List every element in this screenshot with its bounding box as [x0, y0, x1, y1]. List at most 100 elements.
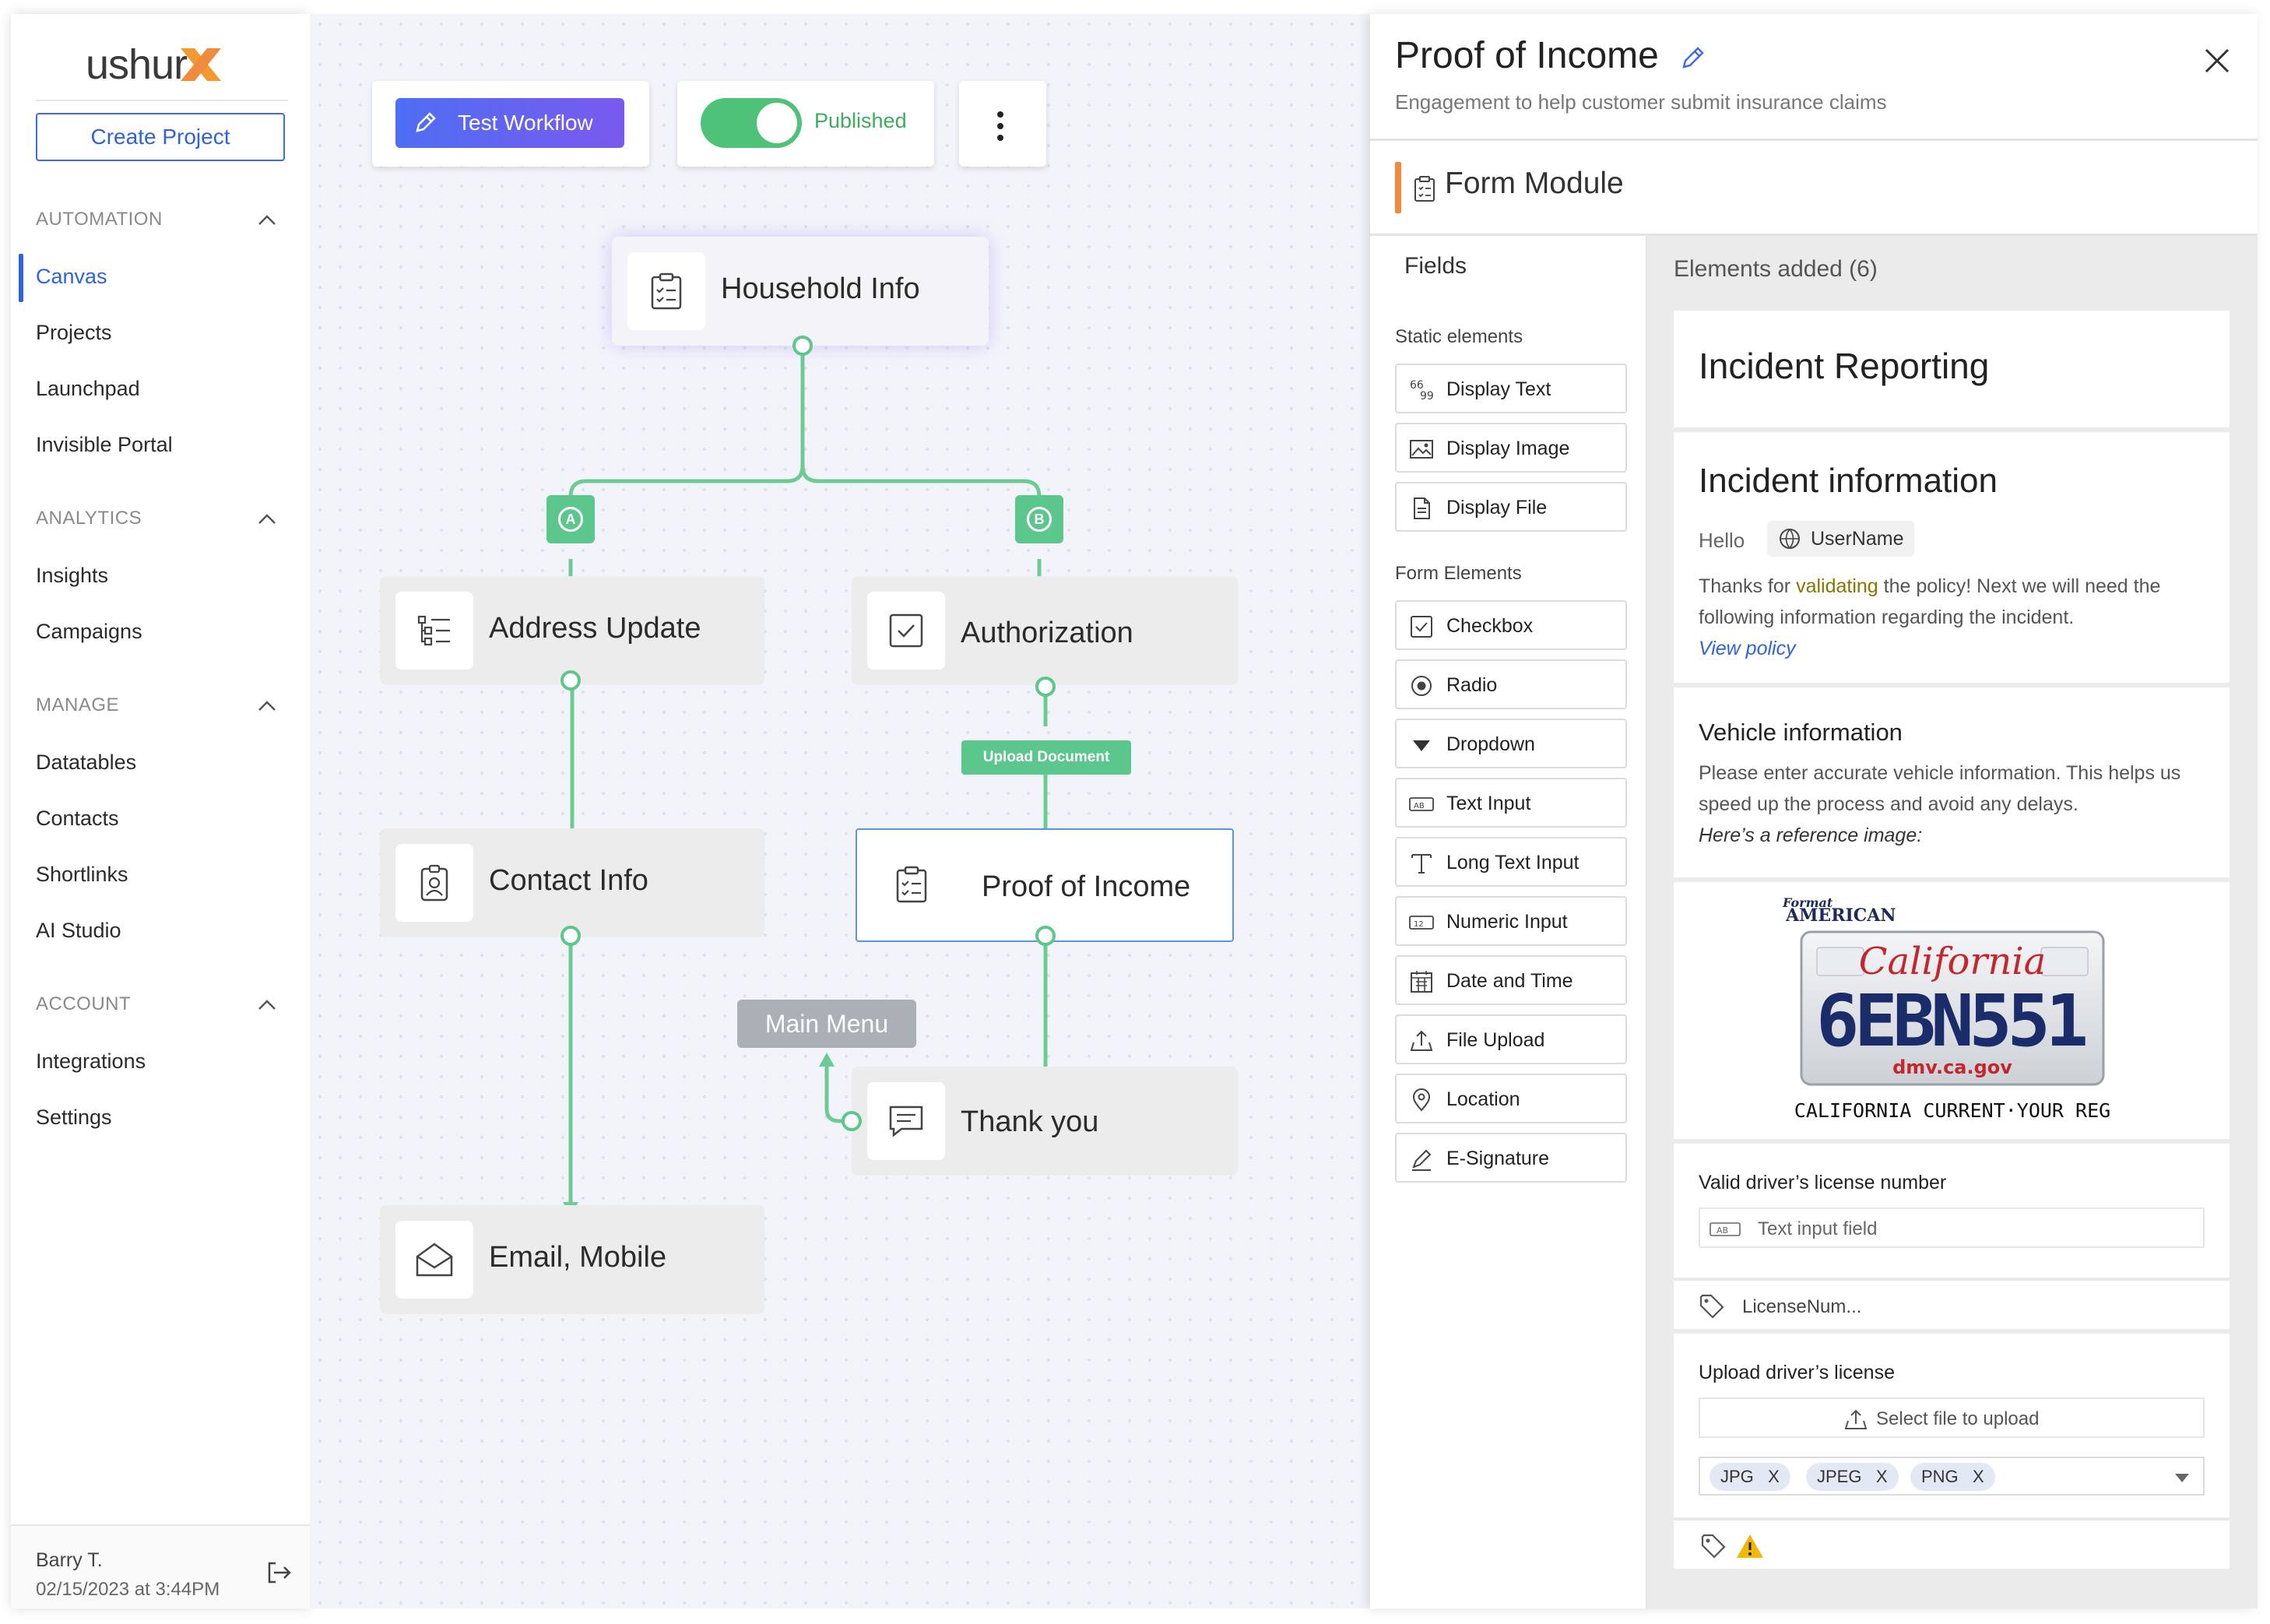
node-label: Household Info [721, 272, 920, 305]
field-label: Display File [1446, 497, 1548, 518]
warning-icon [1737, 1534, 1763, 1558]
view-policy-link[interactable]: View policy [1699, 633, 1796, 664]
upload-document-tag[interactable]: Upload Document [961, 740, 1131, 775]
chip-remove-icon[interactable]: X [1973, 1467, 1984, 1486]
ushur-logo[interactable]: ushur [86, 30, 241, 100]
section-manage[interactable]: MANAGE [36, 690, 285, 721]
section-account[interactable]: ACCOUNT [36, 989, 285, 1020]
node-address-update[interactable]: Address Update [380, 576, 764, 685]
logout-icon[interactable] [265, 1559, 293, 1587]
sidebar-item-projects[interactable]: Projects [36, 321, 112, 345]
element-card-title[interactable]: Incident Reporting [1674, 311, 2230, 427]
node-port[interactable] [792, 336, 813, 356]
incident-reporting-title: Incident Reporting [1699, 346, 1990, 386]
branch-a-label: A [558, 507, 583, 532]
chip-remove-icon[interactable]: X [1768, 1467, 1780, 1486]
upload-icon [1410, 1030, 1433, 1051]
field-label: Location [1446, 1088, 1520, 1110]
node-contact-info[interactable]: Contact Info [380, 828, 764, 937]
chip-label: JPG [1720, 1467, 1754, 1486]
element-card-incident-info[interactable]: Incident information Hello UserName Than… [1674, 432, 2230, 683]
license-number-input[interactable]: AB Text input field [1699, 1207, 2205, 1248]
sidebar: ushur Create Project AUTOMATION Canvas P… [11, 14, 310, 1608]
field-long-text-input[interactable]: Long Text Input [1395, 837, 1627, 887]
node-port[interactable] [1035, 677, 1056, 697]
section-analytics[interactable]: ANALYTICS [36, 503, 285, 534]
field-location[interactable]: Location [1395, 1074, 1627, 1123]
vehicle-info-title: Vehicle information [1699, 719, 1903, 746]
field-display-file[interactable]: Display File [1395, 482, 1627, 532]
node-port[interactable] [560, 926, 581, 946]
workflow-canvas[interactable]: Test Workflow Published Household Info A… [310, 14, 1370, 1608]
upload-license-label: Upload driver’s license [1699, 1362, 1895, 1383]
create-project-button[interactable]: Create Project [36, 113, 285, 161]
element-card-license-number[interactable]: Valid driver’s license number AB Text in… [1674, 1144, 2230, 1278]
node-port[interactable] [842, 1111, 862, 1131]
location-pin-icon [1412, 1088, 1431, 1112]
logo-divider [36, 100, 288, 101]
branch-a[interactable]: A [546, 495, 595, 543]
sidebar-item-contacts[interactable]: Contacts [36, 807, 119, 831]
node-household-info[interactable]: Household Info [612, 237, 989, 346]
field-display-image[interactable]: Display Image [1395, 423, 1627, 473]
sidebar-item-shortlinks[interactable]: Shortlinks [36, 863, 128, 887]
section-automation[interactable]: AUTOMATION [36, 204, 285, 235]
svg-text:AB: AB [1414, 802, 1425, 810]
form-icon [1414, 176, 1435, 202]
field-file-upload[interactable]: File Upload [1395, 1014, 1627, 1064]
test-workflow-button[interactable]: Test Workflow [395, 98, 624, 148]
node-port[interactable] [1035, 926, 1056, 946]
file-type-select[interactable]: JPG X JPEG X PNG X [1699, 1457, 2205, 1496]
sidebar-item-integrations[interactable]: Integrations [36, 1049, 146, 1074]
field-display-text[interactable]: 66 99 Display Text [1395, 364, 1627, 413]
node-label: Thank you [961, 1106, 1099, 1138]
active-indicator [19, 254, 23, 302]
close-icon[interactable] [2201, 45, 2233, 76]
sidebar-item-ai-studio[interactable]: AI Studio [36, 919, 121, 943]
svg-text:12: 12 [1414, 920, 1424, 929]
branch-b[interactable]: B [1015, 495, 1063, 543]
chip-remove-icon[interactable]: X [1876, 1467, 1888, 1486]
file-type-chip: JPEG X [1806, 1463, 1899, 1491]
more-menu[interactable] [959, 81, 1046, 167]
field-text-input[interactable]: AB Text Input [1395, 778, 1627, 828]
field-numeric-input[interactable]: 12 Numeric Input [1395, 896, 1627, 946]
node-label: Email, Mobile [489, 1241, 667, 1274]
element-card-upload-license[interactable]: Upload driver’s license Select file to u… [1674, 1334, 2230, 1517]
upload-tag-row[interactable] [1674, 1519, 2230, 1569]
fields-column: Fields Static elements 66 99 Display Text… [1370, 236, 1647, 1608]
main-menu-tag[interactable]: Main Menu [737, 1000, 916, 1048]
username-variable-chip[interactable]: UserName [1767, 521, 1915, 557]
sidebar-item-launchpad[interactable]: Launchpad [36, 377, 140, 401]
field-date-and-time[interactable]: Date and Time [1395, 955, 1627, 1005]
sidebar-item-insights[interactable]: Insights [36, 564, 108, 588]
element-card-vehicle-info[interactable]: Vehicle information Please enter accurat… [1674, 687, 2230, 877]
sidebar-item-canvas[interactable]: Canvas [36, 265, 107, 289]
text-t-icon [1411, 854, 1432, 874]
field-dropdown[interactable]: Dropdown [1395, 719, 1627, 768]
node-email-mobile[interactable]: Email, Mobile [380, 1205, 764, 1314]
node-thank-you[interactable]: Thank you [852, 1067, 1238, 1176]
node-icon [873, 845, 951, 923]
field-label: Radio [1446, 674, 1498, 696]
element-card-image[interactable]: Format AMERICAN California 6EBN551 dmv.c… [1674, 882, 2230, 1139]
sidebar-item-datatables[interactable]: Datatables [36, 750, 136, 775]
sidebar-item-settings[interactable]: Settings [36, 1106, 112, 1130]
license-tag-row[interactable]: LicenseNum... [1674, 1279, 2230, 1329]
edit-pencil-icon[interactable] [1678, 42, 1709, 73]
node-icon [395, 592, 473, 670]
node-authorization[interactable]: Authorization [852, 576, 1238, 685]
field-radio[interactable]: Radio [1395, 659, 1627, 709]
file-type-chip: JPG X [1710, 1463, 1790, 1491]
field-e-signature[interactable]: E-Signature [1395, 1133, 1627, 1183]
published-toggle[interactable] [701, 98, 802, 148]
list-tree-icon [417, 615, 450, 646]
node-port[interactable] [560, 670, 581, 691]
sidebar-item-invisible-portal[interactable]: Invisible Portal [36, 433, 173, 457]
sidebar-item-campaigns[interactable]: Campaigns [36, 620, 142, 644]
field-checkbox[interactable]: Checkbox [1395, 600, 1627, 650]
upload-dropzone[interactable]: Select file to upload [1699, 1397, 2205, 1438]
plate-state-text: California [1859, 940, 2047, 983]
thanks-pre: Thanks for [1699, 575, 1797, 597]
field-label: Long Text Input [1446, 852, 1580, 874]
